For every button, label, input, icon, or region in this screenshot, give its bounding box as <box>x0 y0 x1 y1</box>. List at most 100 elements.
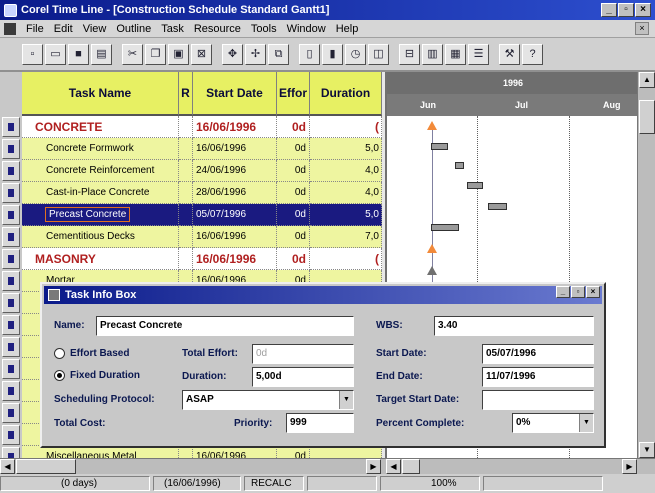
row-selector[interactable] <box>2 139 20 159</box>
cell-task-name[interactable]: CONCRETE <box>22 116 179 138</box>
cell-task-name[interactable]: MASONRY <box>22 248 179 270</box>
cell-start-date[interactable]: 16/06/1996 <box>193 226 277 248</box>
cell-task-name[interactable]: Concrete Reinforcement <box>22 160 179 182</box>
menu-help[interactable]: Help <box>336 23 359 35</box>
scheduling-protocol-select[interactable]: ASAP ▼ <box>182 390 354 410</box>
target-start-field[interactable] <box>482 390 594 410</box>
task-bar[interactable] <box>431 143 448 150</box>
save-icon[interactable]: ■ <box>68 43 89 65</box>
header-r[interactable]: R <box>179 72 193 116</box>
pert-view-icon[interactable]: ▮ <box>322 43 343 65</box>
task-bar[interactable] <box>431 224 459 231</box>
wbs-field[interactable]: 3.40 <box>434 316 594 336</box>
cell-duration[interactable]: 5,0 <box>310 204 382 226</box>
cell-effort[interactable]: 0d <box>277 160 310 182</box>
document-icon[interactable] <box>4 22 16 35</box>
document-close-button[interactable]: × <box>635 22 649 35</box>
outdent-icon[interactable]: ✢ <box>245 43 266 65</box>
cell-duration[interactable]: 5,0 <box>310 138 382 160</box>
row-selector[interactable] <box>2 293 20 313</box>
minimize-button[interactable]: _ <box>601 3 617 17</box>
summary-milestone[interactable] <box>427 244 437 253</box>
task-bar[interactable] <box>488 203 507 210</box>
vertical-scrollbar[interactable]: ▲ ▼ <box>637 72 655 458</box>
cell-start-date[interactable]: 16/06/1996 <box>193 248 277 270</box>
chart-view-icon[interactable]: ◫ <box>368 43 389 65</box>
cell-effort[interactable]: 0d <box>277 204 310 226</box>
copy-icon[interactable]: ❐ <box>145 43 166 65</box>
row-selector[interactable] <box>2 161 20 181</box>
header-effort[interactable]: Effor <box>277 72 310 116</box>
duration-field[interactable]: 5,00d <box>252 367 354 387</box>
menu-resource[interactable]: Resource <box>194 23 241 35</box>
indent-icon[interactable]: ✥ <box>222 43 243 65</box>
cell-task-name[interactable]: Cementitious Decks <box>22 226 179 248</box>
gantt-scroll-thumb[interactable] <box>402 459 420 474</box>
cell-r[interactable] <box>179 204 193 226</box>
menu-tools[interactable]: Tools <box>251 23 277 35</box>
cell-duration[interactable]: ( <box>310 116 382 138</box>
menu-outline[interactable]: Outline <box>116 23 151 35</box>
cell-duration[interactable]: 4,0 <box>310 160 382 182</box>
task-bar[interactable] <box>455 162 464 169</box>
grid-scroll-thumb[interactable] <box>16 459 76 474</box>
cell-task-name[interactable]: Concrete Formwork <box>22 138 179 160</box>
row-selector[interactable] <box>2 337 20 357</box>
cell-start-date[interactable]: 16/06/1996 <box>193 116 277 138</box>
cost-icon[interactable]: ⊟ <box>399 43 420 65</box>
effort-based-radio[interactable] <box>54 348 65 359</box>
dialog-title-bar[interactable]: Task Info Box <box>44 286 602 304</box>
dialog-icon[interactable] <box>48 289 60 301</box>
row-selector[interactable] <box>2 249 20 269</box>
calendar-view-icon[interactable]: ◷ <box>345 43 366 65</box>
percent-complete-select[interactable]: 0% ▼ <box>512 413 594 433</box>
start-date-field[interactable]: 05/07/1996 <box>482 344 594 364</box>
histogram-icon[interactable]: ▥ <box>422 43 443 65</box>
cell-r[interactable] <box>179 226 193 248</box>
scroll-thumb[interactable] <box>639 100 655 134</box>
close-button[interactable]: × <box>635 3 651 17</box>
row-selector[interactable] <box>2 271 20 291</box>
cell-duration[interactable]: 4,0 <box>310 182 382 204</box>
table-icon[interactable]: ▦ <box>445 43 466 65</box>
report-icon[interactable]: ☰ <box>468 43 489 65</box>
dialog-maximize-button[interactable]: ▫ <box>571 286 585 298</box>
row-selector[interactable] <box>2 183 20 203</box>
cell-start-date[interactable]: 05/07/1996 <box>193 204 277 226</box>
app-icon[interactable] <box>4 3 17 17</box>
header-duration[interactable]: Duration <box>310 72 382 116</box>
new-icon[interactable]: ▫ <box>22 43 43 65</box>
row-selector[interactable] <box>2 381 20 401</box>
cell-duration[interactable]: 7,0 <box>310 226 382 248</box>
paste-icon[interactable]: ▣ <box>168 43 189 65</box>
row-selector[interactable] <box>2 117 20 137</box>
menu-edit[interactable]: Edit <box>54 23 73 35</box>
chevron-down-icon[interactable]: ▼ <box>579 414 593 432</box>
task-name-field[interactable]: Precast Concrete <box>96 316 354 336</box>
row-selector[interactable] <box>2 205 20 225</box>
maximize-button[interactable]: ▫ <box>618 3 634 17</box>
gantt-view-icon[interactable]: ▯ <box>299 43 320 65</box>
summary-milestone[interactable] <box>427 121 437 130</box>
grid-scroll-right-button[interactable]: ▶ <box>366 459 381 474</box>
row-selector[interactable] <box>2 403 20 423</box>
cell-effort[interactable]: 0d <box>277 138 310 160</box>
cell-r[interactable] <box>179 138 193 160</box>
header-task-name[interactable]: Task Name <box>22 72 179 116</box>
dialog-minimize-button[interactable]: _ <box>556 286 570 298</box>
scroll-down-button[interactable]: ▼ <box>639 442 655 458</box>
scroll-up-button[interactable]: ▲ <box>639 72 655 88</box>
fixed-duration-label[interactable]: Fixed Duration <box>70 370 140 381</box>
row-selector[interactable] <box>2 315 20 335</box>
cell-duration[interactable]: ( <box>310 248 382 270</box>
fixed-duration-radio[interactable] <box>54 370 65 381</box>
effort-based-label[interactable]: Effort Based <box>70 348 129 359</box>
menu-view[interactable]: View <box>83 23 107 35</box>
horizontal-scrollbar[interactable]: ◀ ▶ ◀ ▶ <box>0 458 655 474</box>
header-start-date[interactable]: Start Date <box>193 72 277 116</box>
grid-scroll-left-button[interactable]: ◀ <box>0 459 15 474</box>
cell-r[interactable] <box>179 160 193 182</box>
chevron-down-icon[interactable]: ▼ <box>339 391 353 409</box>
link-icon[interactable]: ⧉ <box>268 43 289 65</box>
priority-field[interactable]: 999 <box>286 413 354 433</box>
